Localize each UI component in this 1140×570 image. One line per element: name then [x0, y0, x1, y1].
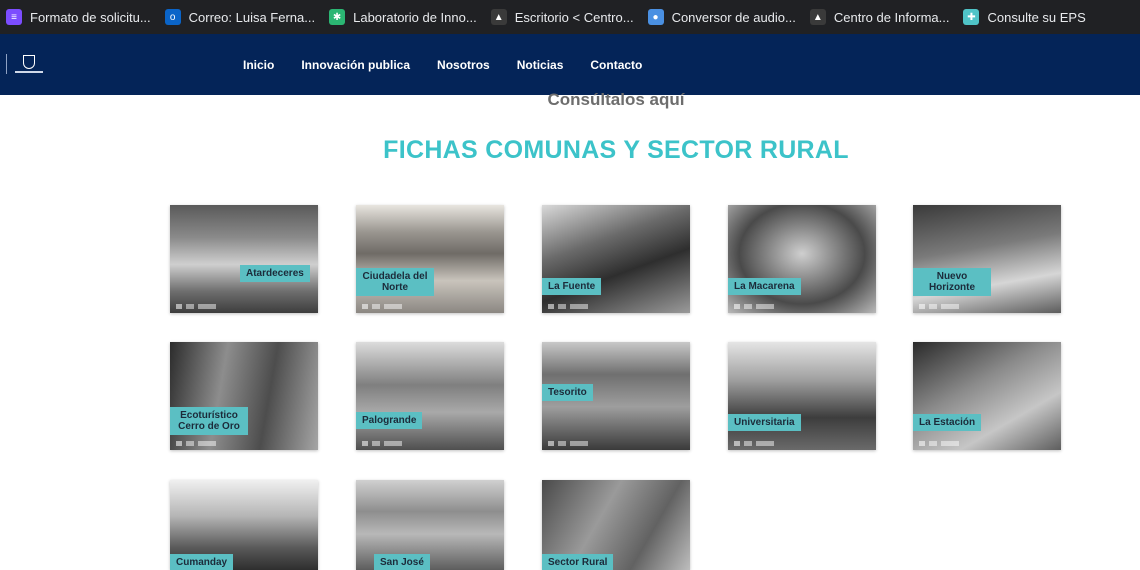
card-label: Sector Rural: [542, 554, 614, 570]
nav-innovacion-publica[interactable]: Innovación publica: [301, 58, 410, 72]
wordpress-icon: ▲: [490, 9, 507, 25]
card-label: Nuevo Horizonte: [913, 268, 991, 296]
main-nav: Inicio Innovación publica Nosotros Notic…: [243, 34, 669, 95]
card-logos: [548, 441, 588, 446]
card-label: Tesorito: [542, 384, 593, 401]
card-photo: [913, 342, 1061, 450]
ficha-card[interactable]: La Estación: [913, 342, 1061, 450]
bookmark-label: Escritorio < Centro...: [514, 9, 634, 25]
ficha-card[interactable]: San José: [356, 480, 504, 570]
card-photo: [170, 205, 318, 313]
bookmarks-bar: ≡ Formato de solicitu... o Correo: Luisa Fe…: [0, 0, 1140, 34]
ficha-card[interactable]: Nuevo Horizonte: [913, 205, 1061, 313]
card-photo: [728, 205, 876, 313]
card-label: Ecoturístico Cerro de Oro: [170, 407, 248, 435]
bookmark-item[interactable]: ▲ Escritorio < Centro...: [490, 0, 634, 34]
card-label: Atardeceres: [240, 265, 310, 282]
card-photo: [356, 205, 504, 313]
bookmark-item[interactable]: ✚ Consulte su EPS: [963, 0, 1086, 34]
card-logos: [919, 441, 959, 446]
card-logos: [176, 441, 216, 446]
info-center-icon: ▲: [809, 9, 826, 25]
bookmark-label: Conversor de audio...: [671, 9, 796, 25]
sub-heading: Consúltalos aquí: [547, 90, 685, 109]
bookmark-item[interactable]: ≡ Formato de solicitu...: [6, 0, 151, 34]
bookmark-label: Formato de solicitu...: [30, 9, 151, 25]
ficha-card[interactable]: Sector Rural: [542, 480, 690, 570]
outlook-icon: o: [164, 9, 181, 25]
card-label: Palogrande: [356, 412, 423, 429]
bookmark-label: Consulte su EPS: [987, 9, 1086, 25]
card-label: La Estación: [913, 414, 982, 431]
card-photo: [913, 205, 1061, 313]
logo-divider: [6, 54, 7, 74]
card-logos: [734, 441, 774, 446]
bookmark-item[interactable]: o Correo: Luisa Ferna...: [164, 0, 316, 34]
ficha-card[interactable]: Palogrande: [356, 342, 504, 450]
card-logos: [362, 441, 402, 446]
ficha-card[interactable]: La Macarena: [728, 205, 876, 313]
site-logo[interactable]: [0, 54, 43, 74]
nav-noticias[interactable]: Noticias: [517, 58, 564, 72]
ficha-card[interactable]: Tesorito: [542, 342, 690, 450]
card-logos: [919, 304, 959, 309]
card-label: Universitaria: [728, 414, 801, 431]
bookmark-label: Laboratorio de Inno...: [353, 9, 477, 25]
ficha-card[interactable]: Ecoturístico Cerro de Oro: [170, 342, 318, 450]
converter-icon: ●: [647, 9, 664, 25]
bookmark-item[interactable]: ▲ Centro de Informa...: [809, 0, 950, 34]
ficha-card[interactable]: La Fuente: [542, 205, 690, 313]
card-photo: [542, 205, 690, 313]
ficha-card[interactable]: Atardeceres: [170, 205, 318, 313]
lab-icon: ✱: [329, 9, 346, 25]
card-label: Ciudadela del Norte: [356, 268, 434, 296]
site-header: Inicio Innovación publica Nosotros Notic…: [0, 34, 1140, 95]
form-icon: ≡: [6, 9, 22, 25]
shield-icon: [23, 55, 35, 69]
card-logos: [548, 304, 588, 309]
card-photo: [728, 342, 876, 450]
nav-inicio[interactable]: Inicio: [243, 58, 274, 72]
page-title: FICHAS COMUNAS Y SECTOR RURAL: [383, 136, 849, 164]
ficha-card[interactable]: Cumanday: [170, 480, 318, 570]
nav-contacto[interactable]: Contacto: [590, 58, 642, 72]
card-label: La Macarena: [728, 278, 801, 295]
ficha-card[interactable]: Universitaria: [728, 342, 876, 450]
bookmark-label: Centro de Informa...: [833, 9, 950, 25]
bookmark-item[interactable]: ✱ Laboratorio de Inno...: [329, 0, 477, 34]
bookmark-label: Correo: Luisa Ferna...: [188, 9, 316, 25]
nav-nosotros[interactable]: Nosotros: [437, 58, 490, 72]
card-label: La Fuente: [542, 278, 602, 295]
card-logos: [176, 304, 216, 309]
card-label: Cumanday: [170, 554, 234, 570]
card-photo: [356, 342, 504, 450]
card-logos: [362, 304, 402, 309]
ficha-card[interactable]: Ciudadela del Norte: [356, 205, 504, 313]
plus-icon: ✚: [963, 9, 980, 25]
logo-caption: [15, 71, 43, 73]
logo-emblem: [15, 55, 43, 73]
bookmark-item[interactable]: ● Conversor de audio...: [647, 0, 796, 34]
card-label: San José: [374, 554, 430, 570]
card-logos: [734, 304, 774, 309]
